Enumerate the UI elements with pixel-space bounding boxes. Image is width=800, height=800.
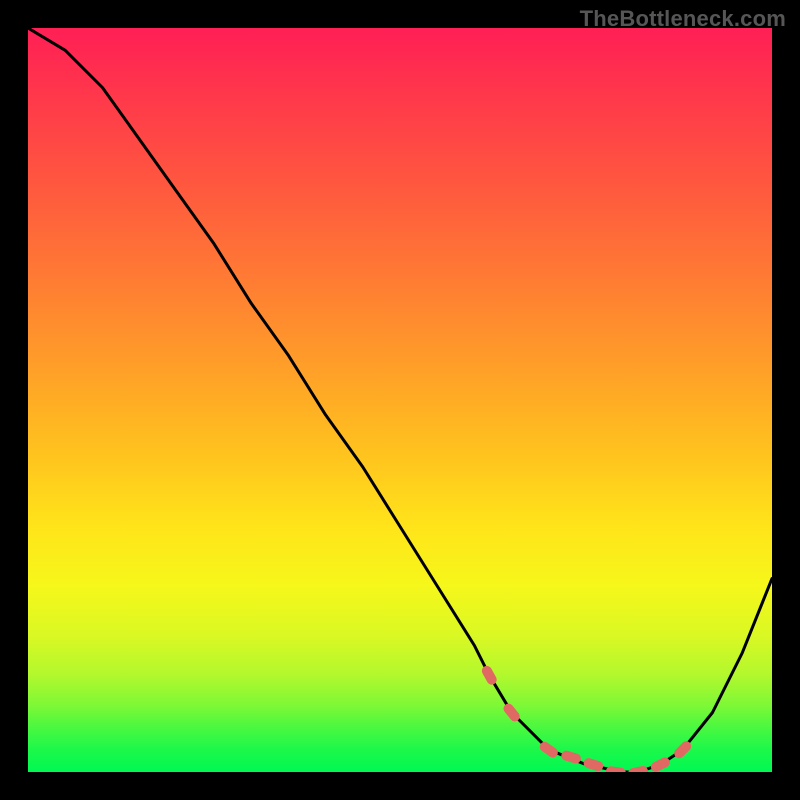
curve-overlay xyxy=(28,28,772,772)
curve-marker xyxy=(560,749,582,764)
curve-marker xyxy=(605,766,626,772)
curve-marker xyxy=(480,664,498,686)
plot-area xyxy=(28,28,772,772)
curve-markers xyxy=(480,664,693,772)
curve-marker xyxy=(582,757,604,772)
bottleneck-curve-path xyxy=(28,28,772,772)
watermark-text: TheBottleneck.com xyxy=(580,6,786,32)
curve-marker xyxy=(627,765,649,772)
chart-stage: TheBottleneck.com xyxy=(0,0,800,800)
